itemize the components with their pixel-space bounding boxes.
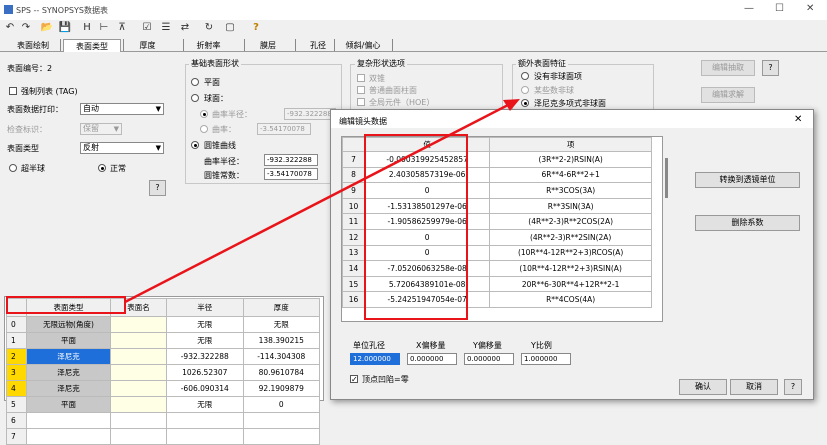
table-row[interactable]: 6 [6, 412, 320, 429]
surface-type-cell[interactable] [26, 412, 111, 429]
radius-cell[interactable] [166, 412, 244, 429]
row-number[interactable]: 7 [6, 428, 27, 445]
surface-type-cell[interactable] [26, 428, 111, 445]
arrow-line [124, 102, 511, 304]
surface-name-cell[interactable] [110, 428, 167, 445]
surface-name-cell[interactable] [110, 412, 167, 429]
thickness-cell[interactable] [242, 428, 320, 445]
row-number[interactable]: 6 [6, 412, 27, 429]
table-row[interactable]: 7 [6, 428, 320, 445]
thickness-cell[interactable] [242, 412, 320, 429]
red-arrow-annotation [124, 99, 520, 304]
radius-cell[interactable] [166, 428, 244, 445]
